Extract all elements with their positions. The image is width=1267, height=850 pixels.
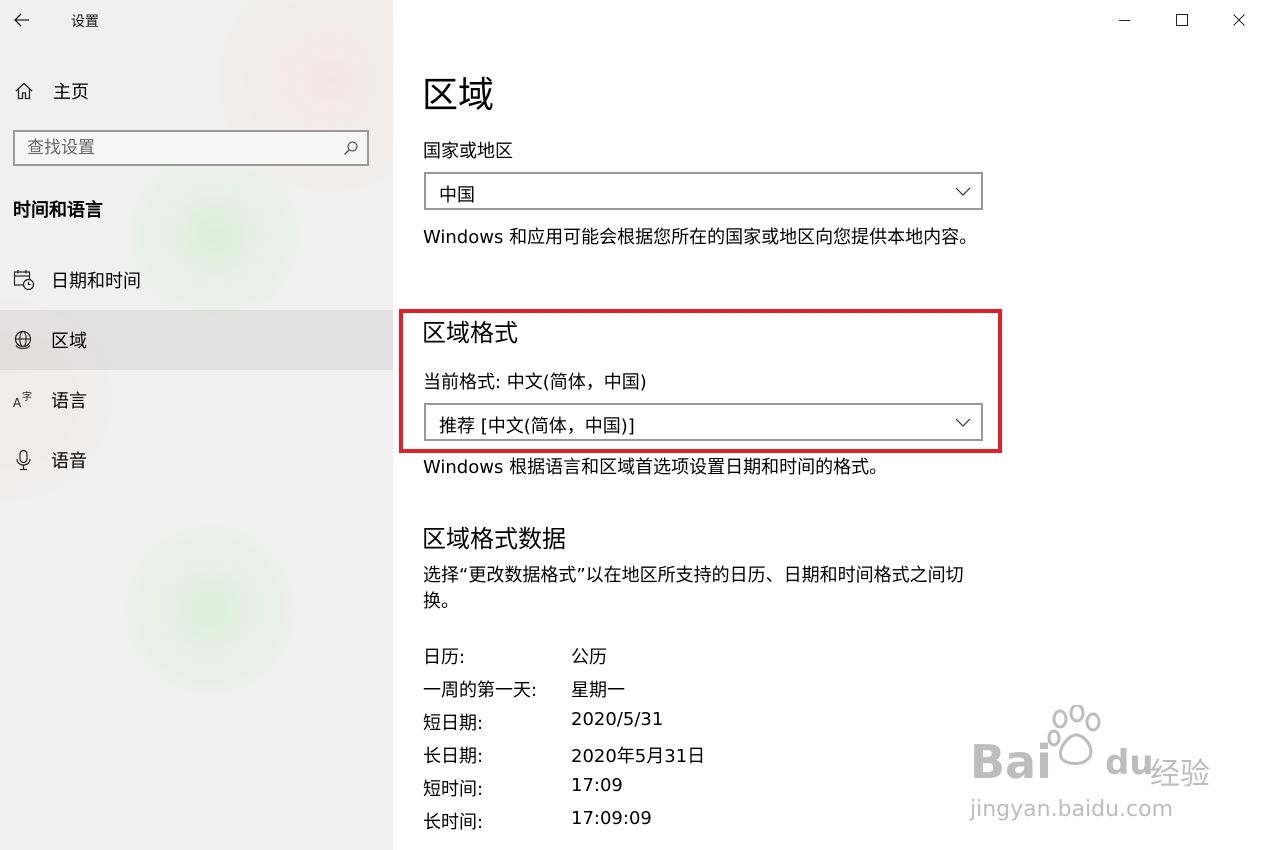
back-arrow-icon	[14, 13, 29, 27]
back-button[interactable]	[8, 6, 36, 34]
nav-home-label: 主页	[53, 82, 89, 103]
sidebar-item-label: 区域	[51, 331, 87, 352]
regional-format-description: Windows 根据语言和区域首选项设置日期和时间的格式。	[423, 457, 888, 478]
search-icon[interactable]	[343, 140, 359, 156]
search-box[interactable]	[13, 130, 369, 166]
country-value: 中国	[439, 185, 475, 206]
sidebar-item-label: 语音	[51, 451, 87, 472]
close-icon	[1232, 14, 1245, 26]
sidebar-item-label: 语言	[51, 391, 87, 412]
globe-icon	[14, 330, 32, 350]
paw-icon	[1047, 705, 1101, 765]
sidebar-section-heading: 时间和语言	[13, 200, 103, 221]
minimize-button[interactable]	[1096, 0, 1153, 40]
sidebar: 设置 主页 时间和语言 日期和时间 区域	[0, 0, 393, 850]
home-icon	[15, 82, 33, 100]
country-label: 国家或地区	[423, 141, 513, 162]
language-icon: A 字	[13, 390, 32, 410]
format-value: 星期一	[571, 680, 625, 701]
format-value: 公历	[571, 647, 607, 668]
nav-home[interactable]: 主页	[0, 70, 393, 112]
sidebar-item-date-time[interactable]: 日期和时间	[0, 250, 393, 310]
country-description: Windows 和应用可能会根据您所在的国家或地区向您提供本地内容。	[423, 227, 978, 248]
watermark-url: jingyan.baidu.com	[970, 797, 1174, 822]
format-key: 日历:	[423, 647, 466, 668]
format-value: 2020/5/31	[571, 709, 664, 730]
format-value: 2020年5月31日	[571, 746, 706, 767]
highlight-box	[399, 309, 1002, 453]
microphone-icon	[16, 449, 31, 471]
app-title: 设置	[71, 14, 99, 30]
svg-text:A: A	[13, 396, 22, 410]
format-data-description: 选择“更改数据格式”以在地区所支持的日历、日期和时间格式之间切换。	[423, 565, 964, 612]
watermark: Bai du 经验 jingyan.baidu.com	[960, 705, 1220, 830]
svg-text:字: 字	[22, 390, 32, 403]
format-data-heading: 区域格式数据	[422, 525, 566, 553]
format-value: 17:09	[571, 775, 623, 796]
watermark-brand-2: du	[1105, 743, 1154, 783]
close-button[interactable]	[1210, 0, 1267, 40]
format-value: 17:09:09	[571, 808, 652, 829]
calendar-clock-icon	[13, 270, 35, 291]
maximize-button[interactable]	[1153, 0, 1210, 40]
window-controls	[1096, 0, 1267, 40]
sidebar-item-label: 日期和时间	[51, 271, 141, 292]
format-key: 短日期:	[423, 713, 484, 734]
format-key: 长日期:	[423, 746, 484, 767]
chevron-down-icon	[955, 187, 971, 196]
page-title: 区域	[422, 75, 495, 116]
country-dropdown[interactable]: 中国	[424, 172, 983, 210]
maximize-icon	[1175, 14, 1188, 26]
sidebar-item-speech[interactable]: 语音	[0, 430, 393, 490]
sidebar-item-language[interactable]: A 字 语言	[0, 370, 393, 430]
sidebar-item-region[interactable]: 区域	[0, 310, 393, 370]
watermark-suffix: 经验	[1150, 757, 1210, 792]
minimize-icon	[1118, 20, 1130, 21]
watermark-brand: Bai	[970, 735, 1052, 789]
format-key: 一周的第一天:	[423, 680, 538, 701]
format-key: 长时间:	[423, 812, 484, 833]
format-key: 短时间:	[423, 779, 484, 800]
search-input[interactable]	[27, 132, 327, 164]
